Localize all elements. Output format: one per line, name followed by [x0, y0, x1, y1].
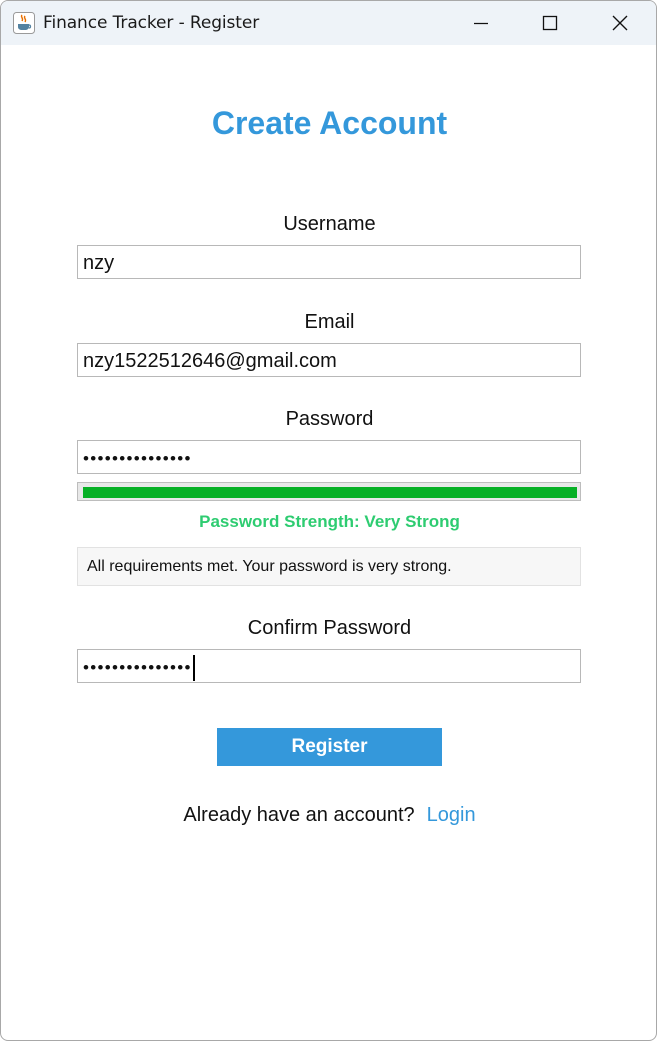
password-strength-fill [83, 487, 577, 498]
maximize-icon [542, 15, 558, 31]
login-prompt-row: Already have an account? Login [1, 804, 656, 827]
title-bar: Finance Tracker - Register [1, 1, 656, 45]
login-prompt-text: Already have an account? [183, 804, 415, 826]
password-requirements-message: All requirements met. Your password is v… [77, 547, 581, 586]
java-coffee-cup-icon [13, 12, 35, 34]
minimize-button[interactable] [446, 1, 516, 45]
password-masked-value: ••••••••••••••• [83, 449, 192, 468]
maximize-button[interactable] [515, 1, 585, 45]
login-link[interactable]: Login [427, 804, 476, 826]
register-window: Finance Tracker - Register Create Accoun… [0, 0, 657, 1041]
username-label: Username [283, 213, 376, 235]
username-field[interactable]: nzy [77, 245, 581, 279]
confirm-password-masked-value: ••••••••••••••• [83, 658, 192, 677]
register-button[interactable]: Register [217, 728, 442, 766]
window-title: Finance Tracker - Register [43, 13, 260, 33]
password-strength-label: Password Strength: Very Strong [199, 512, 460, 531]
email-field[interactable]: nzy1522512646@gmail.com [77, 343, 581, 377]
confirm-password-field[interactable]: ••••••••••••••• [77, 649, 581, 683]
close-button[interactable] [585, 1, 655, 45]
confirm-password-label: Confirm Password [247, 617, 412, 639]
password-field[interactable]: ••••••••••••••• [77, 440, 581, 474]
password-label: Password [285, 408, 374, 430]
text-caret [192, 654, 195, 681]
password-strength-bar [77, 482, 581, 501]
minimize-icon [474, 22, 488, 25]
email-label: Email [304, 311, 355, 333]
close-icon [612, 15, 628, 31]
page-title: Create Account [211, 105, 448, 141]
